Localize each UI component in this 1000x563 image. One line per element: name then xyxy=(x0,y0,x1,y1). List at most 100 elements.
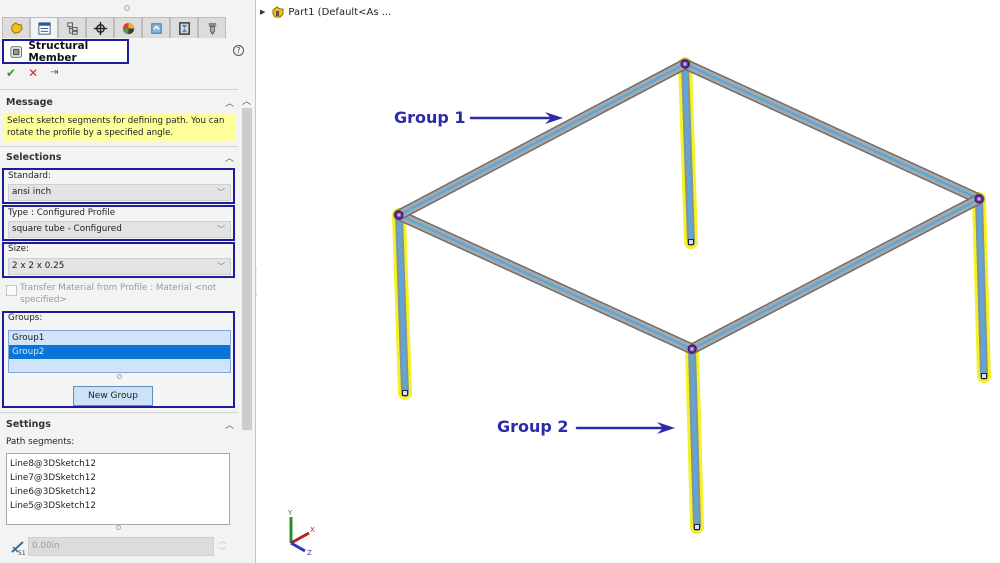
sketch-endpoint-leg-right[interactable] xyxy=(981,373,987,379)
chevron-down-icon: ﹀ xyxy=(217,262,225,271)
rotation-angle-row: 51 0.00in ︿ ﹀ xyxy=(6,537,232,557)
structural-member-top-1-core[interactable] xyxy=(683,62,981,201)
size-group: Size: 2 x 2 x 0.25 ﹀ xyxy=(2,242,235,278)
message-text: Select sketch segments for defining path… xyxy=(3,113,236,142)
size-value: 2 x 2 x 0.25 xyxy=(12,261,65,271)
settings-collapse-icon[interactable]: ︿ xyxy=(225,418,234,431)
triad-y-label: Y xyxy=(287,509,293,517)
tab-dimxpert-manager[interactable] xyxy=(86,17,114,38)
triad-z-axis xyxy=(290,541,306,553)
rotation-angle-input[interactable]: 0.00in xyxy=(28,537,214,556)
property-manager-icon xyxy=(37,21,51,35)
group-1-annotation: Group 1 xyxy=(394,108,466,127)
path-segment-item[interactable]: Line6@3DSketch12 xyxy=(10,485,226,499)
standard-group: Standard: ansi inch ﹀ xyxy=(2,168,235,204)
feature-title: Structural Member xyxy=(28,39,89,64)
path-segment-item[interactable]: Line7@3DSketch12 xyxy=(10,471,226,485)
action-buttons: ✔ ✕ ⇥ xyxy=(6,67,59,79)
sketch-point-marker xyxy=(690,347,694,351)
triad-x-axis xyxy=(290,531,310,545)
transfer-material-label: Transfer Material from Profile : Materia… xyxy=(20,283,217,305)
tab-cam-feature-manager[interactable] xyxy=(142,17,170,38)
message-collapse-icon[interactable]: ︿ xyxy=(225,96,234,109)
divider xyxy=(0,412,238,413)
graphics-area[interactable]: ▶ Part1 (Default<As ... Group 1 Group 2 … xyxy=(257,0,1000,563)
tab-property-manager[interactable] xyxy=(30,17,58,38)
groups-group: Groups: Group1 Group2 New Group xyxy=(2,311,235,408)
panel-grip[interactable] xyxy=(124,5,130,11)
selections-section-title: Selections xyxy=(6,152,62,163)
new-group-button[interactable]: New Group xyxy=(73,386,153,406)
help-icon[interactable]: ? xyxy=(233,45,244,56)
type-value: square tube - Configured xyxy=(12,224,122,234)
spin-down-button[interactable]: ﹀ xyxy=(219,546,226,556)
size-select[interactable]: 2 x 2 x 0.25 ﹀ xyxy=(8,258,231,275)
path-segments-list[interactable]: Line8@3DSketch12 Line7@3DSketch12 Line6@… xyxy=(6,453,230,525)
list-resize-grip[interactable] xyxy=(117,374,122,379)
structural-member-icon xyxy=(10,45,22,58)
chevron-down-icon: ﹀ xyxy=(217,225,225,234)
transfer-material-checkbox[interactable] xyxy=(6,285,17,296)
configuration-manager-icon xyxy=(66,21,78,35)
structural-member-top-4-core[interactable] xyxy=(397,62,687,217)
list-resize-grip[interactable] xyxy=(116,525,121,530)
tab-display-manager[interactable] xyxy=(114,17,142,38)
scroll-up-icon[interactable]: ︿ xyxy=(242,94,251,107)
path-segment-item[interactable]: Line8@3DSketch12 xyxy=(10,457,226,471)
type-select[interactable]: square tube - Configured ﹀ xyxy=(8,221,231,238)
size-label: Size: xyxy=(8,244,30,254)
reference-triad[interactable]: Y X Z xyxy=(279,505,319,555)
sketch-endpoint-leg-back[interactable] xyxy=(688,239,694,245)
cam-feature-manager-icon xyxy=(150,22,162,34)
svg-text:51: 51 xyxy=(18,550,26,555)
manager-tabs xyxy=(2,17,226,38)
tab-cam-operation-tree[interactable] xyxy=(170,17,198,38)
groups-label: Groups: xyxy=(8,313,43,323)
tab-configuration-manager[interactable] xyxy=(58,17,86,38)
type-label: Type : Configured Profile xyxy=(8,208,116,218)
path-segment-item[interactable]: Line5@3DSketch12 xyxy=(10,499,226,513)
triad-z-label: Z xyxy=(307,549,312,555)
path-segments-label: Path segments: xyxy=(6,437,75,447)
groups-list[interactable]: Group1 Group2 xyxy=(8,330,231,373)
spin-up-button[interactable]: ︿ xyxy=(219,536,226,546)
selections-collapse-icon[interactable]: ︿ xyxy=(225,151,234,164)
scrollbar-thumb[interactable] xyxy=(242,108,252,430)
display-manager-icon xyxy=(122,22,134,34)
panel-scrollbar[interactable]: ︿ xyxy=(240,92,253,563)
divider xyxy=(0,146,238,147)
keep-visible-pin-button[interactable]: ⇥ xyxy=(50,67,58,79)
feature-title-box: Structural Member xyxy=(2,39,129,64)
standard-value: ansi inch xyxy=(12,187,52,197)
standard-label: Standard: xyxy=(8,171,51,181)
sketch-endpoint-leg-left[interactable] xyxy=(402,390,408,396)
cancel-button[interactable]: ✕ xyxy=(28,67,38,79)
triad-x-label: X xyxy=(310,526,315,534)
feature-manager-icon xyxy=(10,21,23,34)
message-section-title: Message xyxy=(6,97,53,108)
structural-member-top-2-core[interactable] xyxy=(690,197,981,351)
cam-operation-tree-icon xyxy=(178,21,190,35)
solidworks-window: Structural Member ? ✔ ✕ ⇥ Message ︿ Sele… xyxy=(0,0,1000,563)
structural-frame-model[interactable] xyxy=(257,0,1000,563)
type-group: Type : Configured Profile square tube - … xyxy=(2,205,235,241)
sketch-point-marker xyxy=(977,197,981,201)
sketch-point-marker xyxy=(683,62,687,66)
tab-cam-tool-tree[interactable] xyxy=(198,17,226,38)
standard-select[interactable]: ansi inch ﹀ xyxy=(8,184,231,201)
sketch-point-marker xyxy=(397,213,401,217)
group-2-annotation: Group 2 xyxy=(497,417,569,436)
divider xyxy=(0,89,238,90)
property-manager-panel: Structural Member ? ✔ ✕ ⇥ Message ︿ Sele… xyxy=(0,0,256,563)
group-list-item[interactable]: Group1 xyxy=(9,331,230,345)
cam-tool-tree-icon xyxy=(208,22,216,35)
chevron-down-icon: ﹀ xyxy=(217,188,225,197)
structural-member-top-3-core[interactable] xyxy=(397,213,694,351)
dimxpert-manager-icon xyxy=(93,21,107,35)
rotation-angle-icon: 51 xyxy=(11,541,26,555)
sketch-endpoint-leg-front[interactable] xyxy=(694,524,700,530)
tab-feature-manager[interactable] xyxy=(2,17,30,38)
group-list-item-selected[interactable]: Group2 xyxy=(9,345,230,359)
settings-section-title: Settings xyxy=(6,419,51,430)
ok-button[interactable]: ✔ xyxy=(6,67,16,79)
